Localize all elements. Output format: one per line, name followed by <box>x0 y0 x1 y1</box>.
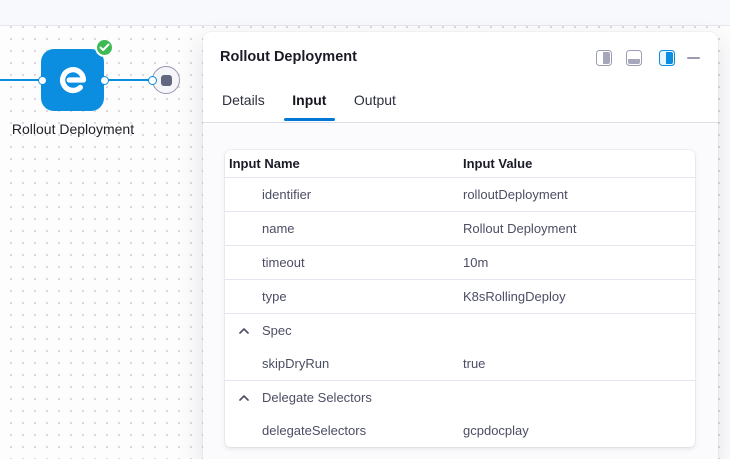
panel-body: Input Name Input Value identifier rollou… <box>203 124 718 459</box>
row-value: gcpdocplay <box>463 423 695 438</box>
row-value: Rollout Deployment <box>463 221 695 236</box>
table-row: skipDryRun true <box>225 347 695 381</box>
table-row: identifier rolloutDeployment <box>225 178 695 212</box>
section-label: Spec <box>262 323 292 338</box>
connector-line-in <box>0 79 42 81</box>
node-port-right[interactable] <box>100 76 109 85</box>
tab-input[interactable]: Input <box>292 88 326 120</box>
stop-node-port[interactable] <box>148 76 157 85</box>
table-row: name Rollout Deployment <box>225 212 695 246</box>
column-header-input-name: Input Name <box>225 156 463 171</box>
row-key: type <box>225 289 463 304</box>
panel-layout-controls <box>596 50 700 66</box>
tab-output[interactable]: Output <box>354 88 396 120</box>
step-node-label: Rollout Deployment <box>8 118 138 140</box>
column-header-input-value: Input Value <box>463 156 695 171</box>
dock-right-active-icon[interactable] <box>659 50 675 66</box>
section-row-spec[interactable]: Spec <box>225 314 695 347</box>
step-details-panel: Rollout Deployment Details Input Output … <box>203 32 718 459</box>
chevron-up-icon[interactable] <box>239 328 249 334</box>
minimize-icon[interactable] <box>687 57 700 60</box>
row-value: 10m <box>463 255 695 270</box>
tab-bar: Details Input Output <box>203 88 718 123</box>
section-row-delegate-selectors[interactable]: Delegate Selectors <box>225 381 695 414</box>
row-key: delegateSelectors <box>225 423 463 438</box>
input-table-card: Input Name Input Value identifier rollou… <box>225 150 695 447</box>
connector-line-out <box>104 79 153 81</box>
workflow-editor: Rollout Deployment Rollout Deployment De… <box>0 0 730 459</box>
section-label: Delegate Selectors <box>262 390 372 405</box>
stop-square-icon <box>161 75 172 86</box>
split-right-icon[interactable] <box>596 50 612 66</box>
success-check-icon <box>95 38 114 57</box>
row-value: K8sRollingDeploy <box>463 289 695 304</box>
row-key: name <box>225 221 463 236</box>
table-row: delegateSelectors gcpdocplay <box>225 414 695 447</box>
row-key: skipDryRun <box>225 356 463 371</box>
panel-title: Rollout Deployment <box>220 49 357 65</box>
row-key: timeout <box>225 255 463 270</box>
row-value: true <box>463 356 695 371</box>
canvas-toolbar <box>0 0 730 26</box>
step-node-rollout-deployment[interactable] <box>41 49 104 111</box>
table-header-row: Input Name Input Value <box>225 150 695 178</box>
tab-details[interactable]: Details <box>222 88 265 120</box>
row-key: identifier <box>225 187 463 202</box>
split-bottom-icon[interactable] <box>626 50 642 66</box>
table-row: type K8sRollingDeploy <box>225 280 695 314</box>
row-value: rolloutDeployment <box>463 187 695 202</box>
table-row: timeout 10m <box>225 246 695 280</box>
k8s-rolling-deploy-icon <box>56 63 90 97</box>
chevron-up-icon[interactable] <box>239 395 249 401</box>
node-port-left[interactable] <box>38 76 47 85</box>
